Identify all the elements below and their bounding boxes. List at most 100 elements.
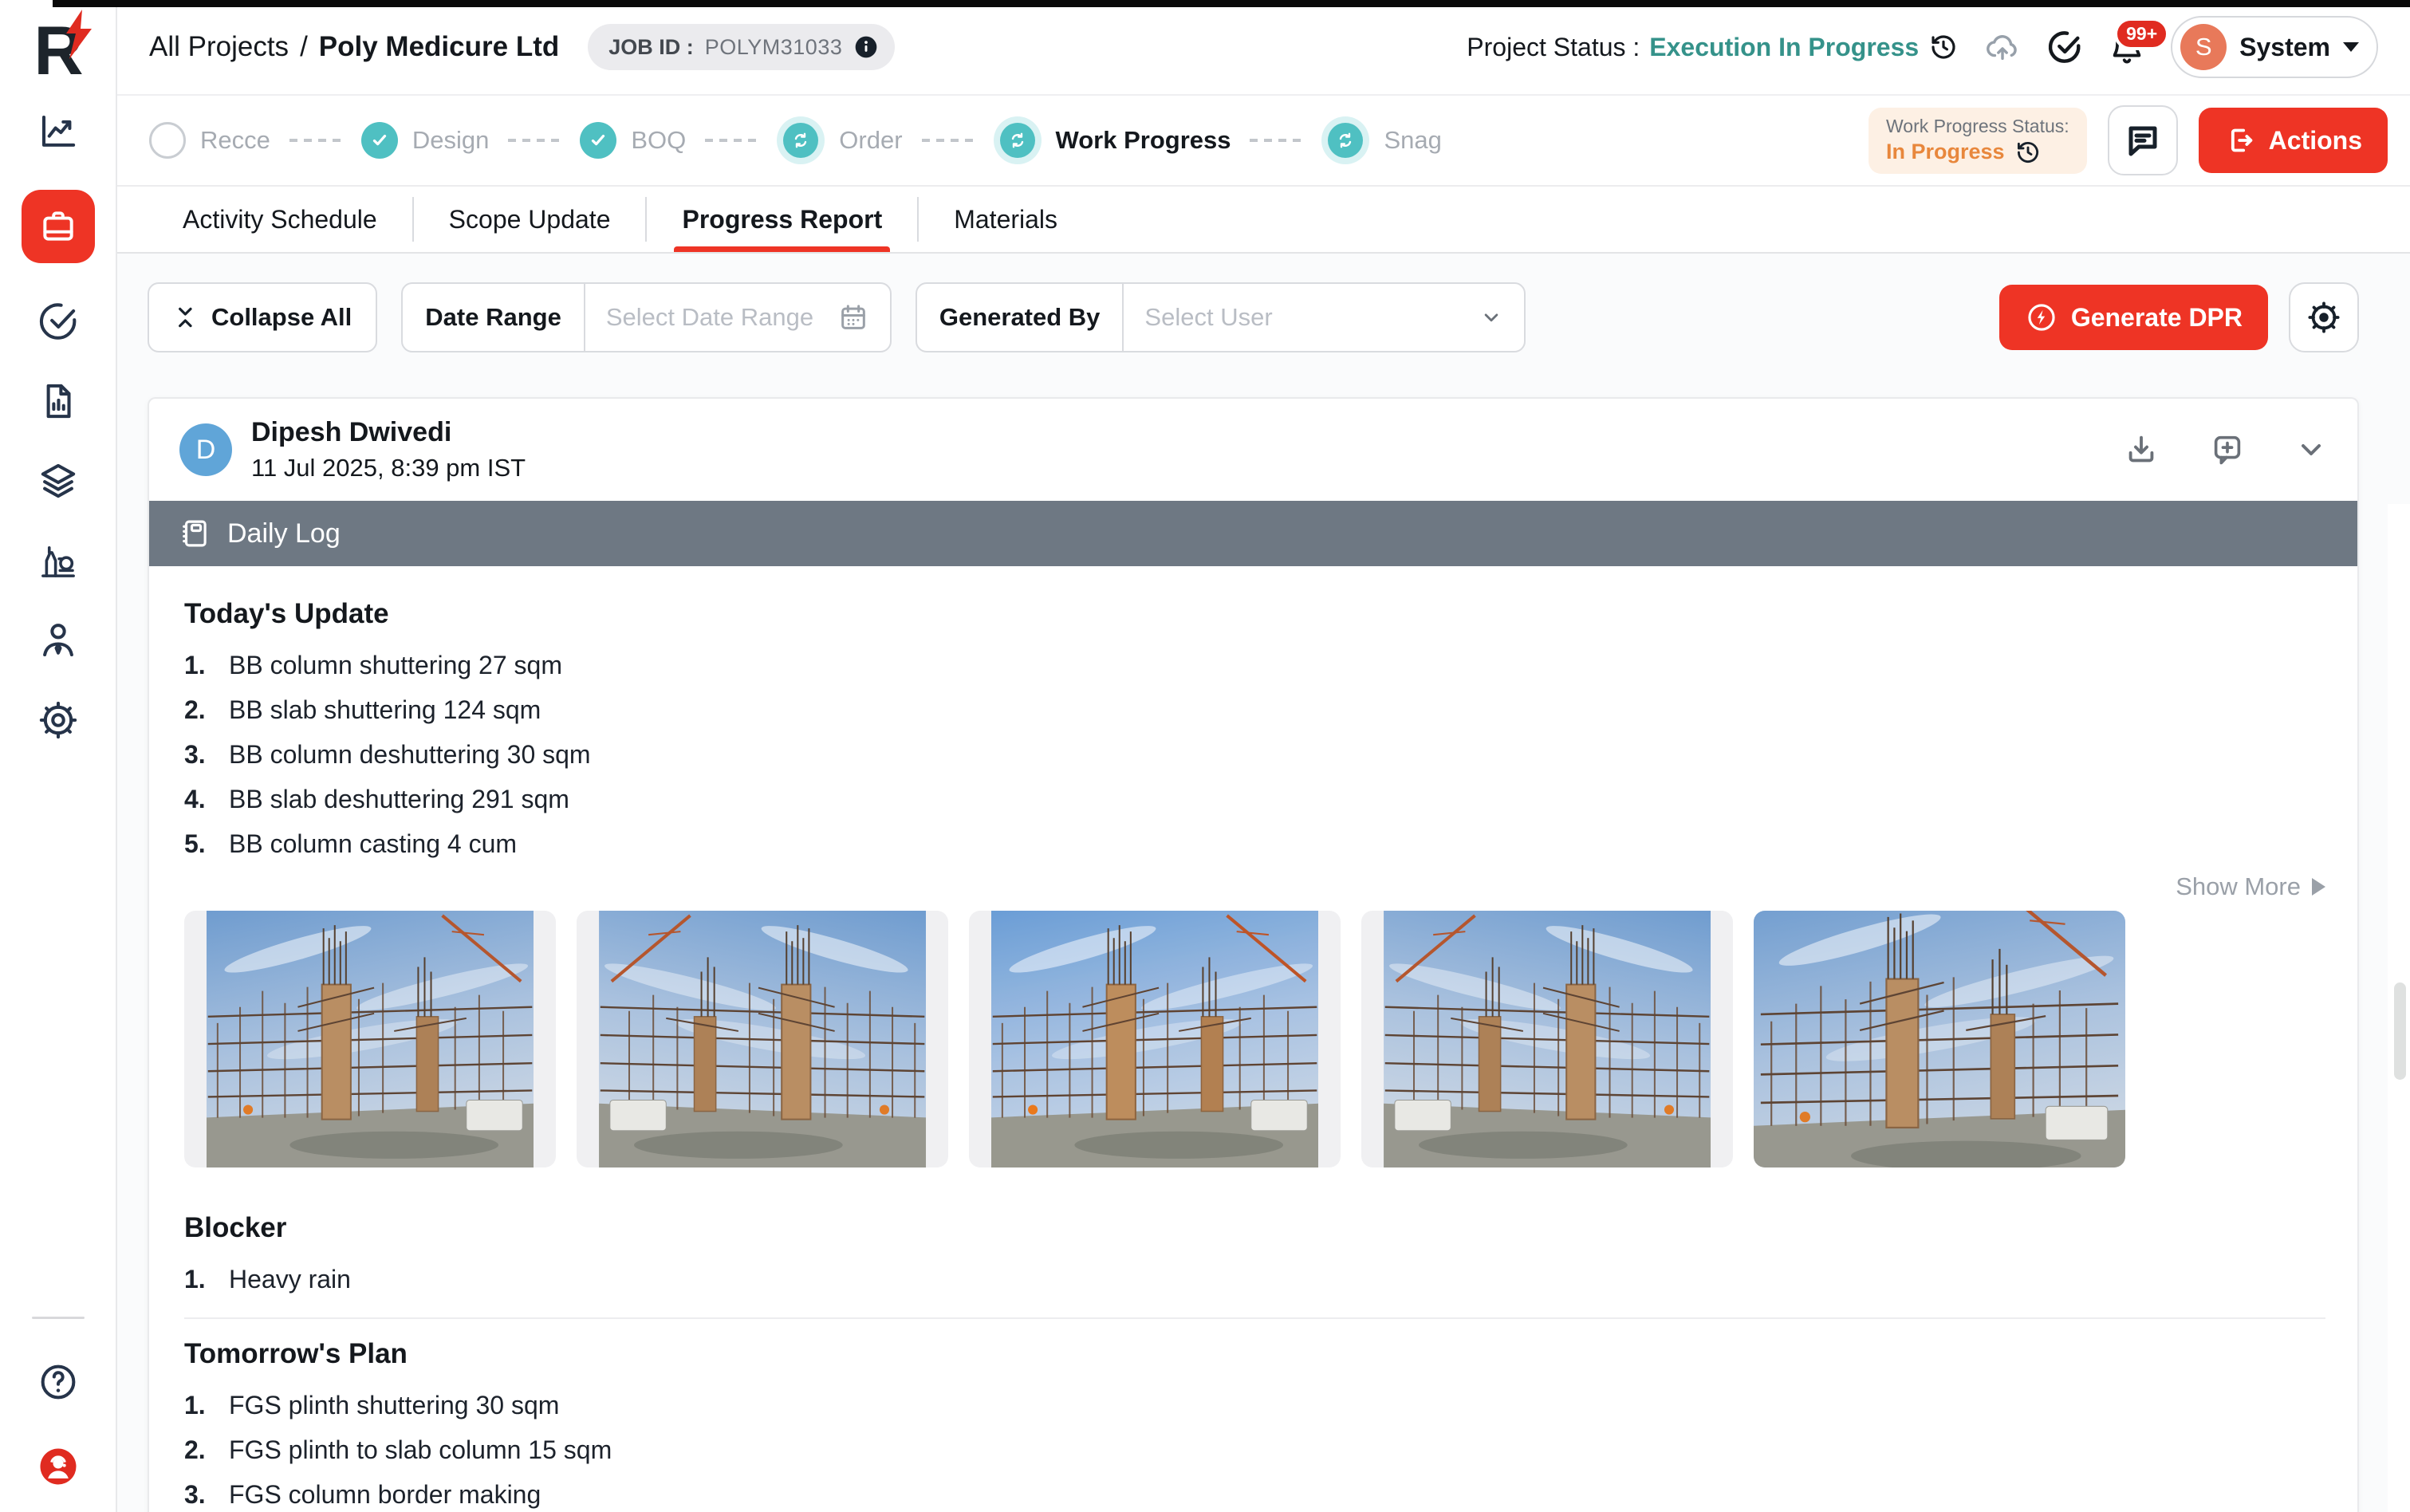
breadcrumb-project-name: Poly Medicure Ltd <box>319 31 559 63</box>
briefcase-icon <box>38 207 78 246</box>
show-more-button[interactable]: Show More <box>184 871 2325 903</box>
notifications[interactable]: 99+ <box>2109 29 2145 65</box>
info-icon[interactable] <box>853 34 879 60</box>
app-window: R <box>0 0 2410 1512</box>
generated-by-select[interactable]: Select User <box>1124 284 1524 351</box>
analytics-icon[interactable] <box>37 110 80 153</box>
step-inprogress-icon <box>994 116 1042 164</box>
help-icon[interactable] <box>37 1360 80 1404</box>
user-menu[interactable]: S System <box>2171 16 2378 78</box>
photo-gallery <box>184 911 2325 1167</box>
step-inprogress-icon <box>1321 116 1369 164</box>
sidebar-bottom <box>32 1317 85 1488</box>
todays-update-list: BB column shuttering 27 sqm BB slab shut… <box>184 648 2325 861</box>
breadcrumb-all-projects[interactable]: All Projects <box>149 31 289 63</box>
step-connector <box>508 139 561 142</box>
download-icon[interactable] <box>2123 431 2160 468</box>
report-card-actions <box>2123 431 2327 468</box>
tasks-check-icon[interactable] <box>37 300 80 343</box>
step-pending-icon <box>149 122 186 159</box>
tab-scope-update[interactable]: Scope Update <box>414 187 646 252</box>
step-snag[interactable]: Snag <box>1321 116 1441 164</box>
actions-label: Actions <box>2269 126 2362 156</box>
report-author: D Dipesh Dwivedi 11 Jul 2025, 8:39 pm IS… <box>179 417 526 482</box>
site-photo-thumbnail[interactable] <box>1754 911 2125 1167</box>
generate-dpr-label: Generate DPR <box>2071 303 2243 333</box>
tomorrows-plan-heading: Tomorrow's Plan <box>184 1338 2325 1370</box>
journal-icon <box>178 517 211 550</box>
generated-by-placeholder: Select User <box>1144 303 1272 332</box>
collapse-card-chevron-icon[interactable] <box>2295 434 2327 466</box>
notification-badge: 99+ <box>2114 18 2169 50</box>
list-item: BB slab shuttering 124 sqm <box>184 692 2325 727</box>
cloud-sync-icon[interactable] <box>1984 29 2021 65</box>
sidebar: R <box>0 0 117 1512</box>
dpr-card-header: D Dipesh Dwivedi 11 Jul 2025, 8:39 pm IS… <box>149 399 2357 501</box>
step-work-progress[interactable]: Work Progress <box>994 116 1231 164</box>
date-range-placeholder: Select Date Range <box>606 303 813 332</box>
step-connector <box>922 139 975 142</box>
step-boq[interactable]: BOQ <box>580 122 686 159</box>
scrollbar-thumb[interactable] <box>2394 982 2406 1080</box>
site-photo-thumbnail[interactable] <box>969 911 1341 1167</box>
site-icon[interactable] <box>37 539 80 582</box>
list-item: BB column deshuttering 30 sqm <box>184 737 2325 772</box>
collapse-all-button[interactable]: Collapse All <box>148 282 377 352</box>
layers-icon[interactable] <box>37 459 80 502</box>
settings-gear-icon[interactable] <box>37 699 80 742</box>
step-connector <box>705 139 758 142</box>
status-history-icon[interactable] <box>2014 139 2042 166</box>
project-status-value: Execution In Progress <box>1649 33 1919 62</box>
step-design[interactable]: Design <box>361 122 490 159</box>
step-label: Design <box>412 126 490 155</box>
site-photo-thumbnail[interactable] <box>577 911 948 1167</box>
breadcrumb-separator: / <box>300 31 308 63</box>
app-logo[interactable]: R <box>20 13 96 89</box>
tab-activity-schedule[interactable]: Activity Schedule <box>148 187 412 252</box>
workforce-icon[interactable] <box>37 619 80 662</box>
actions-button[interactable]: Actions <box>2199 108 2388 173</box>
tab-materials[interactable]: Materials <box>919 187 1093 252</box>
author-avatar: D <box>179 423 232 476</box>
calendar-icon <box>837 301 869 333</box>
approvals-check-icon[interactable] <box>2046 29 2083 65</box>
list-item: FGS plinth to slab column 15 sqm <box>184 1432 2325 1467</box>
comments-button[interactable] <box>2108 105 2178 175</box>
user-name: System <box>2239 33 2330 62</box>
site-photo-thumbnail[interactable] <box>184 911 556 1167</box>
user-avatar: S <box>2180 24 2227 70</box>
todays-update-heading: Today's Update <box>184 598 2325 630</box>
status-history-icon[interactable] <box>1928 32 1959 62</box>
step-connector <box>289 139 342 142</box>
generate-dpr-button[interactable]: Generate DPR <box>1999 285 2268 350</box>
collapse-icon <box>173 305 199 330</box>
collapse-all-label: Collapse All <box>211 303 352 332</box>
tab-progress-report[interactable]: Progress Report <box>647 187 917 252</box>
breadcrumb: All Projects / Poly Medicure Ltd JOB ID … <box>149 24 895 70</box>
step-inprogress-icon <box>777 116 825 164</box>
stepper: Recce Design BOQ <box>149 116 1442 164</box>
tab-bar: Activity Schedule Scope Update Progress … <box>117 187 2410 254</box>
site-photo-thumbnail[interactable] <box>1361 911 1733 1167</box>
content-area: Collapse All Date Range Select Date Rang… <box>117 254 2410 1512</box>
top-header: All Projects / Poly Medicure Ltd JOB ID … <box>117 0 2410 96</box>
comment-add-icon[interactable] <box>2209 431 2246 468</box>
sidebar-item-projects[interactable] <box>22 190 95 263</box>
reports-doc-icon[interactable] <box>37 380 80 423</box>
date-range-input[interactable]: Select Date Range <box>585 284 890 351</box>
list-item: Heavy rain <box>184 1262 2325 1297</box>
list-item: BB column casting 4 cum <box>184 826 2325 861</box>
chevron-down-icon <box>1479 305 1503 329</box>
gear-icon <box>2306 299 2342 336</box>
toolbar-right: Generate DPR <box>1999 282 2359 352</box>
daily-log-body: Today's Update BB column shuttering 27 s… <box>149 566 2357 1512</box>
blocker-heading: Blocker <box>184 1212 2325 1244</box>
dpr-card: D Dipesh Dwivedi 11 Jul 2025, 8:39 pm IS… <box>148 397 2359 1512</box>
step-order[interactable]: Order <box>777 116 902 164</box>
window-top-edge <box>53 0 2410 7</box>
work-progress-status-value: In Progress <box>1886 139 2069 166</box>
step-recce[interactable]: Recce <box>149 122 270 159</box>
lightning-icon <box>2025 301 2058 334</box>
report-settings-button[interactable] <box>2289 282 2359 352</box>
support-icon[interactable] <box>37 1445 80 1488</box>
